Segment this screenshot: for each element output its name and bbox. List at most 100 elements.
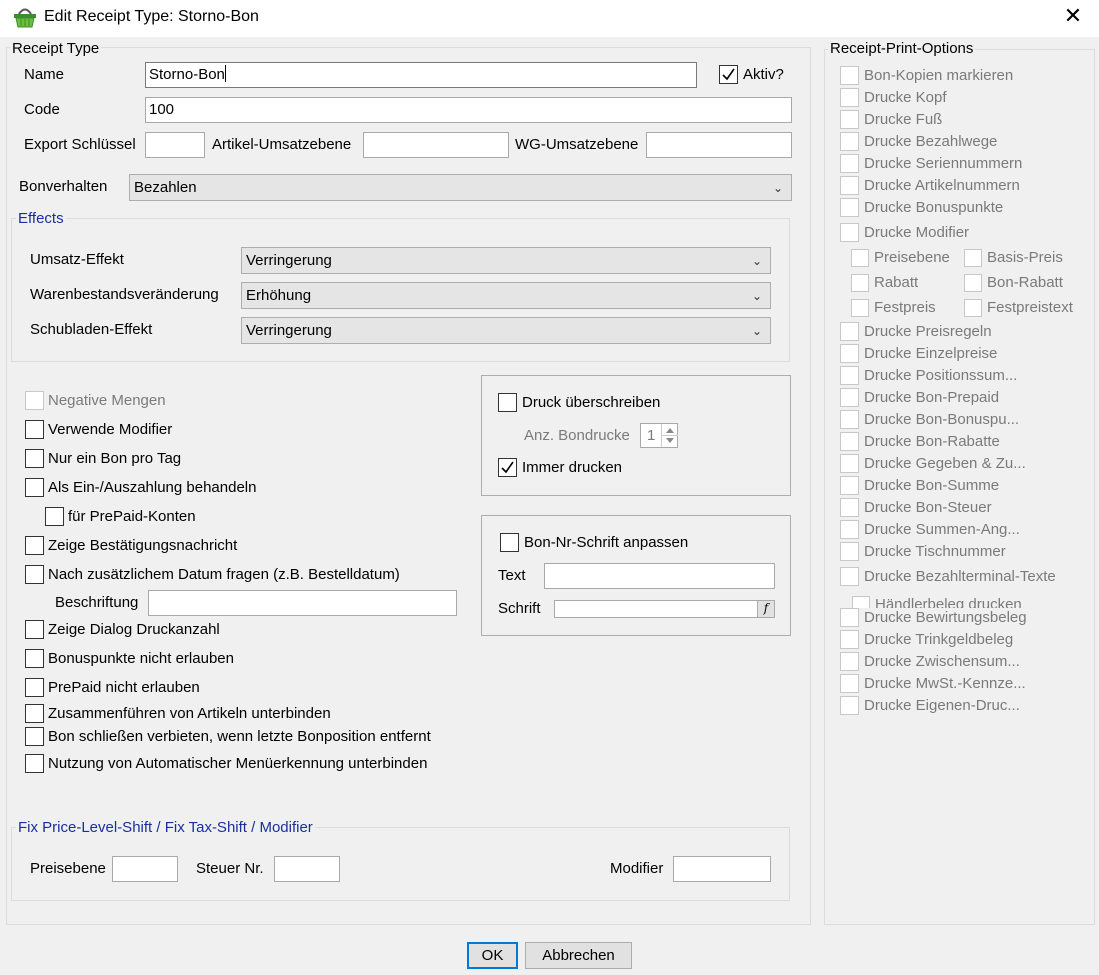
print-option-checkbox[interactable]: [840, 498, 859, 517]
print-suboption-checkbox[interactable]: [964, 299, 982, 317]
print-option-checkbox[interactable]: [840, 410, 859, 429]
verwende-modifier-checkbox[interactable]: [25, 420, 44, 439]
negative-mengen-checkbox[interactable]: [25, 391, 44, 410]
print-option-label: Drucke Bezahlwege: [864, 133, 998, 150]
cancel-button[interactable]: Abbrechen: [525, 942, 632, 969]
print-option-checkbox[interactable]: [840, 388, 859, 407]
font-picker-button[interactable]: f: [757, 601, 774, 617]
print-suboption-checkbox[interactable]: [851, 299, 869, 317]
print-option-checkbox[interactable]: [840, 154, 859, 173]
print-option-checkbox[interactable]: [840, 652, 859, 671]
print-option-checkbox[interactable]: [840, 176, 859, 195]
print-option-checkbox[interactable]: [840, 432, 859, 451]
print-option-checkbox[interactable]: [840, 608, 859, 627]
chevron-down-icon: ⌄: [751, 324, 762, 338]
print-option-label: Drucke Bonuspunkte: [864, 199, 1004, 216]
bondrucke-value: 1: [647, 427, 656, 444]
print-option-checkbox[interactable]: [840, 696, 859, 715]
name-value: Storno-Bon: [149, 66, 225, 83]
bonverhalten-value: Bezahlen: [134, 179, 197, 196]
warenbestand-label: Warenbestandsveränderung: [30, 286, 219, 303]
prepaid-nicht-checkbox[interactable]: [25, 678, 44, 697]
spinner-arrows[interactable]: [661, 424, 678, 447]
haendlerbeleg-row: Händlerbeleg drucken: [850, 594, 1040, 608]
print-option-checkbox[interactable]: [840, 567, 859, 586]
menueerkennung-checkbox[interactable]: [25, 754, 44, 773]
schubladen-select[interactable]: Verringerung ⌄: [241, 317, 771, 344]
schubladen-value: Verringerung: [246, 322, 332, 339]
artikel-umsatzebene-field[interactable]: [363, 132, 509, 158]
print-option-checkbox[interactable]: [840, 223, 859, 242]
haendlerbeleg-label: Händlerbeleg drucken: [875, 596, 1022, 608]
ein-auszahlung-label: Als Ein-/Auszahlung behandeln: [48, 479, 257, 496]
aktiv-checkbox[interactable]: [719, 65, 738, 84]
text-caret: [224, 65, 226, 82]
schrift-field[interactable]: [554, 600, 775, 618]
print-option-checkbox[interactable]: [840, 476, 859, 495]
window-title: Edit Receipt Type: Storno-Bon: [44, 8, 259, 25]
bonnr-anpassen-checkbox[interactable]: [500, 533, 519, 552]
warenbestand-select[interactable]: Erhöhung ⌄: [241, 282, 771, 309]
export-field[interactable]: [145, 132, 205, 158]
modifier-field[interactable]: [673, 856, 771, 882]
print-option-label: Drucke Bon-Prepaid: [864, 389, 1000, 406]
print-suboption-checkbox[interactable]: [851, 249, 869, 267]
print-option-label: Drucke Zwischensum...: [864, 653, 1020, 670]
prepaid-konten-checkbox[interactable]: [45, 507, 64, 526]
print-option-checkbox[interactable]: [840, 344, 859, 363]
print-option-checkbox[interactable]: [840, 88, 859, 107]
haendlerbeleg-checkbox[interactable]: [852, 596, 870, 608]
bonnr-text-field[interactable]: [544, 563, 775, 589]
print-suboption-checkbox[interactable]: [964, 249, 982, 267]
print-option-label: Drucke MwSt.-Kennze...: [864, 675, 1026, 692]
warenbestand-value: Erhöhung: [246, 287, 312, 304]
immer-drucken-checkbox[interactable]: [498, 458, 517, 477]
print-option-checkbox[interactable]: [840, 630, 859, 649]
ok-button[interactable]: OK: [467, 942, 518, 969]
print-suboption-checkbox[interactable]: [964, 274, 982, 292]
bonuspunkte-checkbox[interactable]: [25, 649, 44, 668]
print-option-checkbox[interactable]: [840, 520, 859, 539]
print-option-checkbox[interactable]: [840, 322, 859, 341]
print-option-label: Drucke Preisregeln: [864, 323, 992, 340]
bonverhalten-select[interactable]: Bezahlen ⌄: [129, 174, 792, 201]
umsatz-effekt-select[interactable]: Verringerung ⌄: [241, 247, 771, 274]
verwende-modifier-label: Verwende Modifier: [48, 421, 173, 438]
code-field[interactable]: 100: [145, 97, 792, 123]
print-option-checkbox[interactable]: [840, 198, 859, 217]
bestaetigung-checkbox[interactable]: [25, 536, 44, 555]
menueerkennung-label: Nutzung von Automatischer Menüerkennung …: [48, 755, 428, 772]
bonnr-anpassen-label: Bon-Nr-Schrift anpassen: [524, 534, 689, 551]
druck-ueberschreiben-checkbox[interactable]: [498, 393, 517, 412]
print-option-checkbox[interactable]: [840, 454, 859, 473]
zusammenfuehren-checkbox[interactable]: [25, 704, 44, 723]
print-option-checkbox[interactable]: [840, 110, 859, 129]
print-option-label: Drucke Einzelpreise: [864, 345, 998, 362]
bon-schliessen-checkbox[interactable]: [25, 727, 44, 746]
bon-schliessen-label: Bon schließen verbieten, wenn letzte Bon…: [48, 728, 431, 745]
datum-fragen-checkbox[interactable]: [25, 565, 44, 584]
druckanzahl-checkbox[interactable]: [25, 620, 44, 639]
ein-auszahlung-checkbox[interactable]: [25, 478, 44, 497]
nur-ein-bon-checkbox[interactable]: [25, 449, 44, 468]
steuer-nr-field[interactable]: [274, 856, 340, 882]
print-option-label: Drucke Gegeben & Zu...: [864, 455, 1026, 472]
wg-umsatzebene-field[interactable]: [646, 132, 792, 158]
text-label: Text: [498, 567, 526, 584]
print-option-checkbox[interactable]: [840, 66, 859, 85]
prepaid-nicht-label: PrePaid nicht erlauben: [48, 679, 200, 696]
fix-legend: Fix Price-Level-Shift / Fix Tax-Shift / …: [16, 819, 315, 836]
bondrucke-spinner[interactable]: 1: [640, 423, 678, 448]
preisebene-field[interactable]: [112, 856, 178, 882]
print-option-label: Drucke Bon-Bonuspu...: [864, 411, 1020, 428]
schubladen-label: Schubladen-Effekt: [30, 321, 153, 338]
name-field[interactable]: Storno-Bon: [145, 62, 697, 88]
print-option-checkbox[interactable]: [840, 542, 859, 561]
print-option-checkbox[interactable]: [840, 366, 859, 385]
print-option-checkbox[interactable]: [840, 674, 859, 693]
beschriftung-field[interactable]: [148, 590, 457, 616]
print-option-checkbox[interactable]: [840, 132, 859, 151]
code-label: Code: [24, 101, 60, 118]
close-icon[interactable]: ✕: [1062, 5, 1084, 28]
print-suboption-checkbox[interactable]: [851, 274, 869, 292]
